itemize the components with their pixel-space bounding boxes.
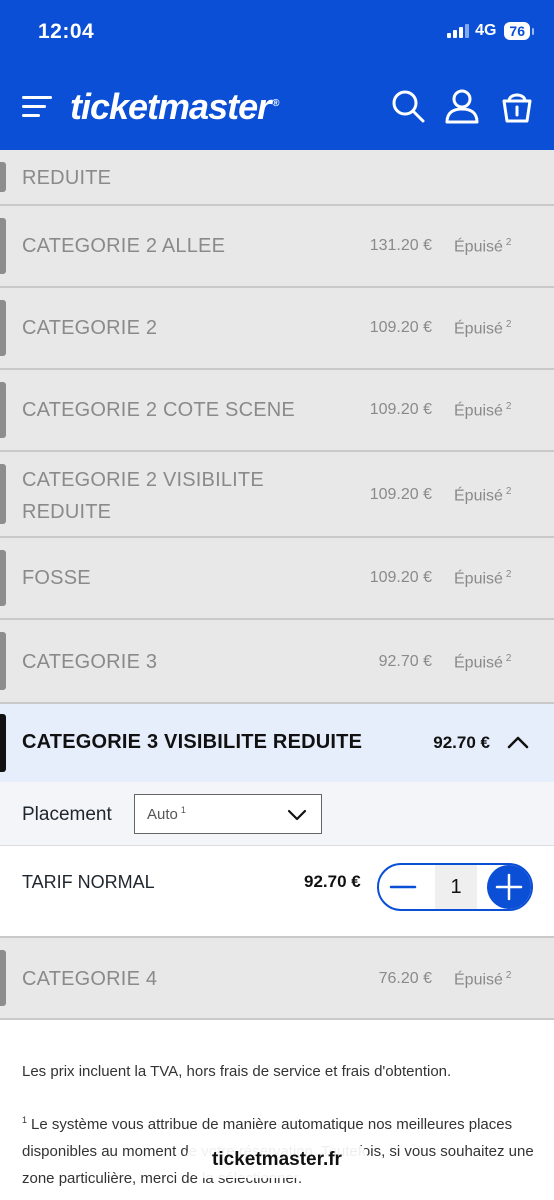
quantity-value[interactable]: 1 xyxy=(435,865,477,909)
footnote-marker: 2 xyxy=(505,319,512,330)
category-name: CATEGORIE 2 ALLEE xyxy=(22,235,226,257)
footnote-marker: 2 xyxy=(505,569,512,580)
footnote-marker: 1 xyxy=(22,1115,28,1125)
category-price: 109.20 € xyxy=(369,486,432,503)
network-label: 4G xyxy=(475,22,497,39)
status-text: Épuisé xyxy=(454,238,503,256)
category-name: FOSSE xyxy=(22,567,91,589)
category-price: 76.20 € xyxy=(378,970,432,987)
category-row[interactable]: CATEGORIE 2 109.20 € Épuisé 2 xyxy=(0,288,554,370)
plus-icon[interactable] xyxy=(487,865,531,909)
user-icon[interactable] xyxy=(444,88,480,124)
placement-value: Auto 1 xyxy=(147,805,186,823)
battery-icon: 76 xyxy=(504,22,534,40)
minus-icon[interactable] xyxy=(385,869,421,905)
category-status: Épuisé 2 xyxy=(454,237,511,256)
footnote-marker: 2 xyxy=(505,401,512,412)
category-row[interactable]: CATEGORIE 2 VISIBILITE REDUITE 109.20 € … xyxy=(0,452,554,538)
tarif-row: TARIF NORMAL 92.70 € 1 xyxy=(0,846,554,938)
selected-category-price: 92.70 € xyxy=(433,733,490,752)
category-price: 92.70 € xyxy=(378,653,432,670)
placement-select[interactable]: Auto 1 xyxy=(134,794,322,834)
category-status: Épuisé 2 xyxy=(454,401,511,420)
category-row[interactable]: CATEGORIE 2 COTE SCENE 109.20 € Épuisé 2 xyxy=(0,370,554,452)
category-name: CATEGORIE 3 xyxy=(22,651,158,673)
selected-category-name: CATEGORIE 3 VISIBILITE REDUITE xyxy=(22,731,363,753)
category-row[interactable]: CATEGORIE 3 92.70 € Épuisé 2 xyxy=(0,620,554,704)
status-text: Épuisé xyxy=(454,570,503,588)
status-time: 12:04 xyxy=(38,20,95,43)
menu-icon[interactable] xyxy=(22,96,52,118)
category-row[interactable]: FOSSE 109.20 € Épuisé 2 xyxy=(0,538,554,620)
category-price: 109.20 € xyxy=(369,569,432,586)
category-price: 109.20 € xyxy=(369,401,432,418)
browser-url-bar[interactable]: ticketmaster.fr xyxy=(186,1142,368,1178)
status-text: Épuisé xyxy=(454,320,503,338)
category-name-line1: CATEGORIE 2 VISIBILITE xyxy=(22,469,264,491)
category-price: 131.20 € xyxy=(369,237,432,254)
footnote-marker: 2 xyxy=(505,653,512,664)
tarif-label: TARIF NORMAL xyxy=(22,872,155,892)
basket-icon[interactable] xyxy=(499,88,535,124)
price-footnotes: Les prix incluent la TVA, hors frais de … xyxy=(22,1058,534,1200)
logo-registered-mark: ® xyxy=(272,98,279,109)
status-text: Épuisé xyxy=(454,654,503,672)
status-text: Épuisé xyxy=(454,402,503,420)
placement-value-text: Auto xyxy=(147,806,178,823)
category-name: REDUITE xyxy=(22,167,112,189)
category-row[interactable]: REDUITE xyxy=(0,150,554,206)
category-status: Épuisé 2 xyxy=(454,970,511,989)
app-header: 12:04 4G 76 ticketmaster ® xyxy=(0,0,554,150)
selected-category-header[interactable]: CATEGORIE 3 VISIBILITE REDUITE 92.70 € xyxy=(0,704,554,782)
category-name: CATEGORIE 4 xyxy=(22,968,158,990)
search-icon[interactable] xyxy=(390,88,426,124)
category-status: Épuisé 2 xyxy=(454,569,511,588)
ticketmaster-logo[interactable]: ticketmaster ® xyxy=(70,86,280,128)
category-row[interactable]: CATEGORIE 4 76.20 € Épuisé 2 xyxy=(0,938,554,1020)
category-status: Épuisé 2 xyxy=(454,486,511,505)
footnote-marker: 2 xyxy=(505,970,512,981)
footnote-marker: 2 xyxy=(505,486,512,497)
category-name: CATEGORIE 2 VISIBILITE REDUITE xyxy=(22,464,264,528)
tarif-price: 92.70 € xyxy=(304,872,361,891)
status-indicators: 4G 76 xyxy=(447,22,534,40)
category-status: Épuisé 2 xyxy=(454,653,511,672)
logo-text: ticketmaster xyxy=(70,86,271,127)
status-text: Épuisé xyxy=(454,487,503,505)
footnote-marker: 1 xyxy=(180,805,186,815)
quantity-stepper[interactable]: 1 xyxy=(377,863,533,911)
category-list: REDUITE CATEGORIE 2 ALLEE 131.20 € Épuis… xyxy=(0,150,554,704)
category-status: Épuisé 2 xyxy=(454,319,511,338)
tva-note: Les prix incluent la TVA, hors frais de … xyxy=(22,1063,452,1080)
chevron-up-icon[interactable] xyxy=(506,734,530,750)
signal-icon xyxy=(447,24,470,38)
status-text: Épuisé xyxy=(454,971,503,989)
category-name: CATEGORIE 2 COTE SCENE xyxy=(22,399,295,421)
placement-row: Placement Auto 1 xyxy=(0,782,554,846)
footnote-marker: 2 xyxy=(505,237,512,248)
category-list-bottom: CATEGORIE 4 76.20 € Épuisé 2 xyxy=(0,938,554,1020)
category-name: CATEGORIE 2 xyxy=(22,317,158,339)
category-row[interactable]: CATEGORIE 2 ALLEE 131.20 € Épuisé 2 xyxy=(0,206,554,288)
category-price: 109.20 € xyxy=(369,319,432,336)
chevron-down-icon xyxy=(287,809,307,821)
placement-label: Placement xyxy=(22,804,112,825)
category-name-line2: REDUITE xyxy=(22,501,112,523)
